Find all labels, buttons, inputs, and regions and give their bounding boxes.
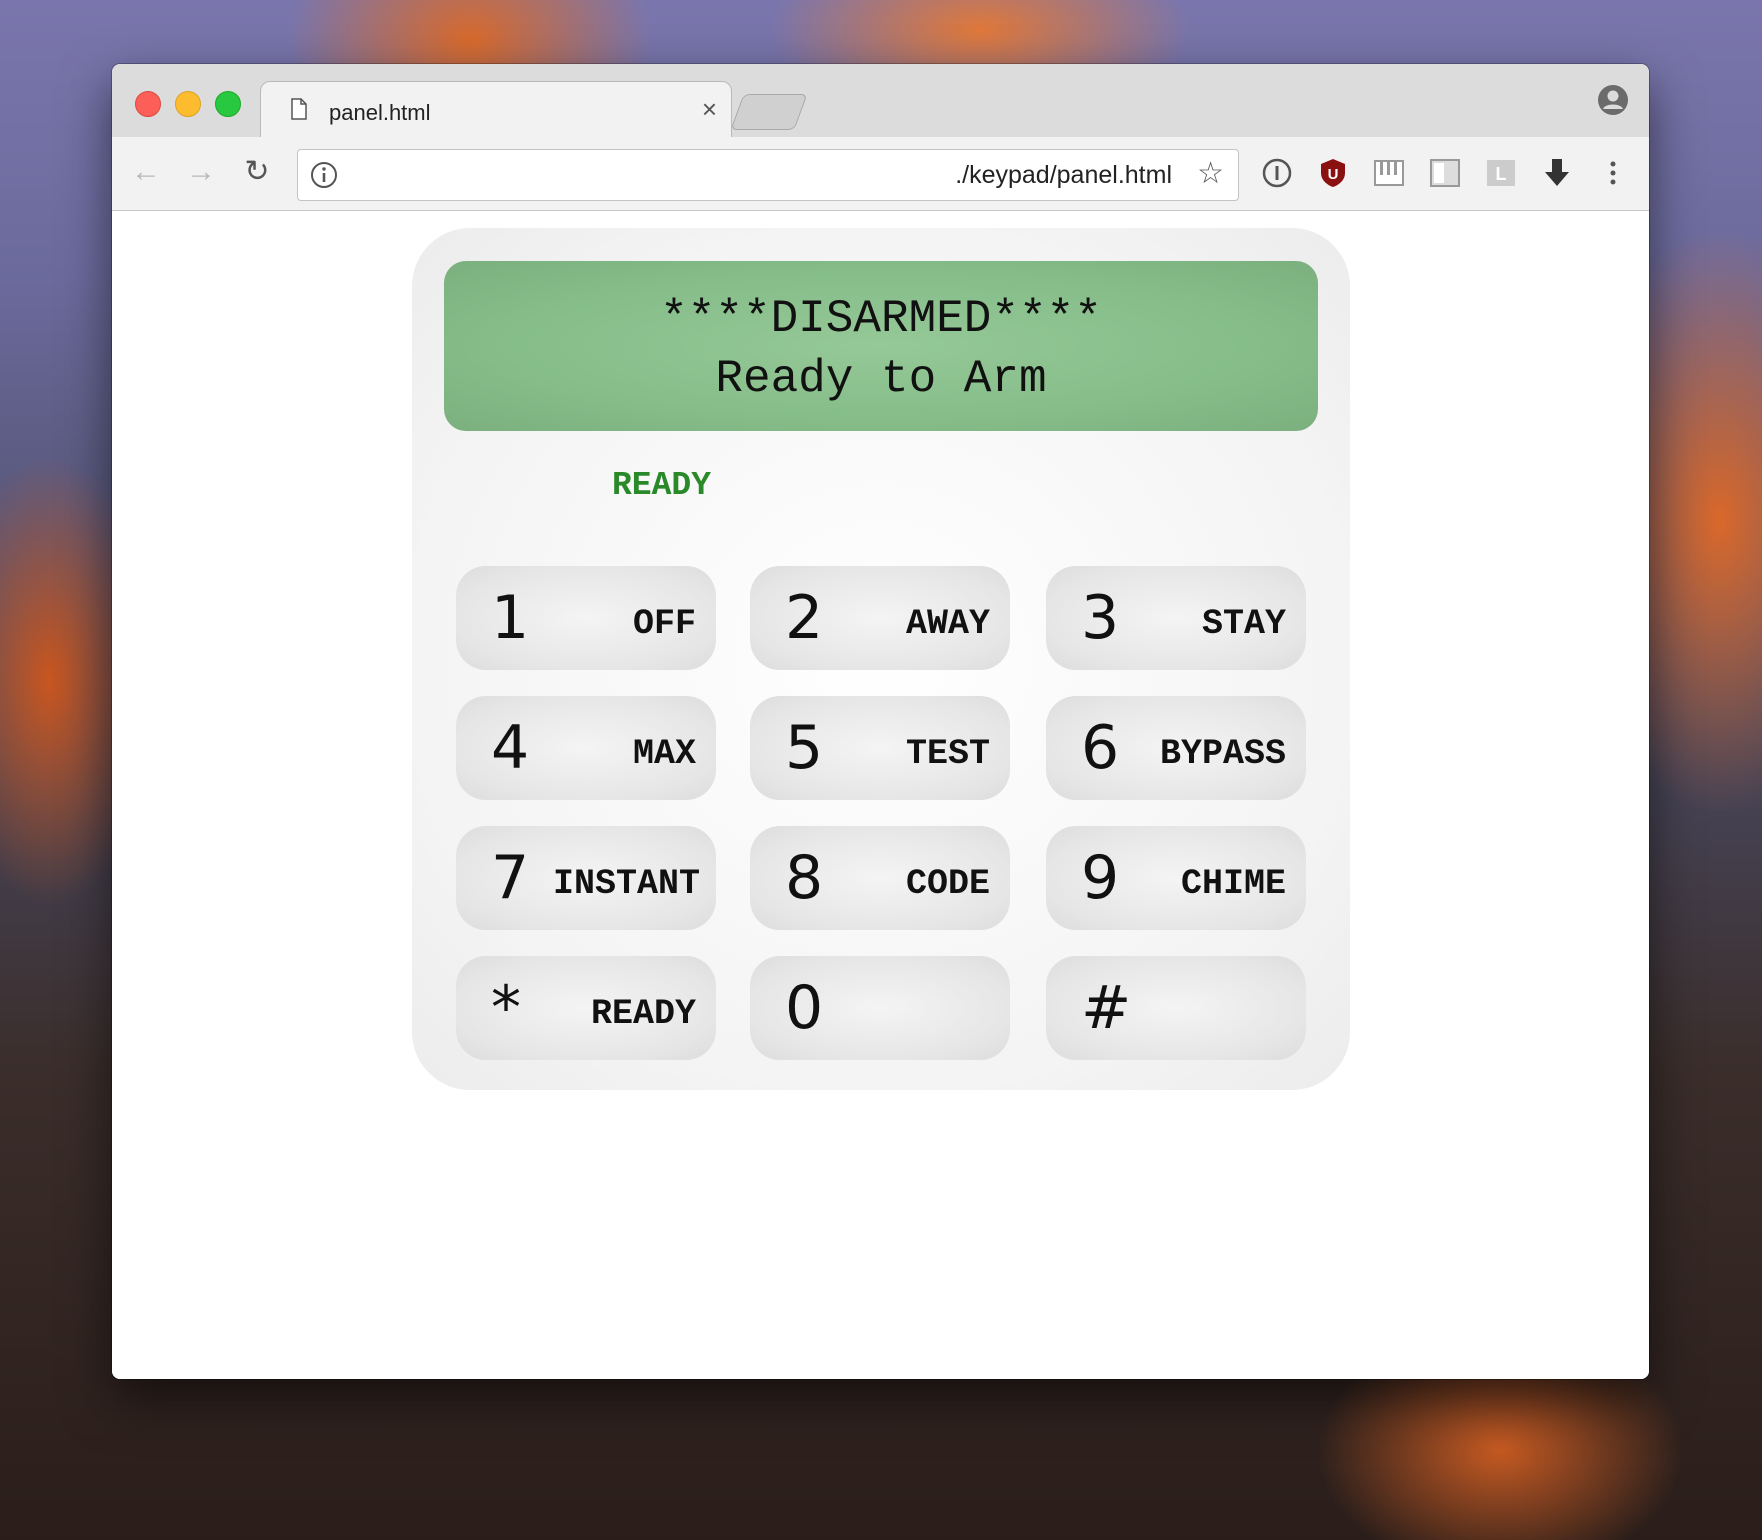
key-3-stay[interactable]: 3 STAY bbox=[1046, 566, 1306, 670]
key-number: 6 bbox=[1081, 713, 1120, 783]
ready-status: READY bbox=[612, 467, 712, 504]
key-function: MAX bbox=[632, 734, 696, 774]
piano-extension-icon[interactable] bbox=[1373, 157, 1405, 189]
svg-text:U: U bbox=[1328, 166, 1339, 183]
profile-icon[interactable] bbox=[1597, 84, 1629, 116]
key-number: 4 bbox=[491, 713, 530, 783]
title-bar: panel.html × bbox=[112, 64, 1649, 140]
lcd-line-1: ****DISARMED**** bbox=[660, 293, 1102, 345]
key-number: # bbox=[1081, 973, 1132, 1043]
close-window-button[interactable] bbox=[135, 91, 161, 117]
key-6-bypass[interactable]: 6 BYPASS bbox=[1046, 696, 1306, 800]
url-text[interactable]: ./keypad/panel.html bbox=[955, 161, 1172, 190]
menu-kebab-icon[interactable] bbox=[1597, 157, 1629, 189]
key-number: 9 bbox=[1081, 843, 1120, 913]
ublock-icon[interactable]: U bbox=[1317, 157, 1349, 189]
reload-icon[interactable]: ↻ bbox=[240, 155, 274, 189]
back-arrow-icon[interactable]: ← bbox=[129, 155, 163, 189]
key-number: 5 bbox=[785, 713, 824, 783]
tab-panel[interactable]: panel.html × bbox=[260, 81, 732, 140]
key-function: BYPASS bbox=[1159, 734, 1286, 774]
key-number: 8 bbox=[785, 843, 824, 913]
page-content: ****DISARMED**** Ready to Arm READY 1 OF… bbox=[112, 211, 1649, 1379]
key-function: STAY bbox=[1201, 604, 1286, 644]
download-icon[interactable] bbox=[1541, 157, 1573, 189]
zoom-window-button[interactable] bbox=[215, 91, 241, 117]
lcd-display: ****DISARMED**** Ready to Arm bbox=[444, 261, 1318, 431]
svg-text:L: L bbox=[1496, 164, 1507, 184]
key-number: 2 bbox=[785, 583, 824, 653]
bookmark-star-icon[interactable]: ☆ bbox=[1197, 158, 1224, 190]
forward-arrow-icon[interactable]: → bbox=[184, 155, 218, 189]
key-7-instant[interactable]: 7 INSTANT bbox=[456, 826, 716, 930]
browser-window: panel.html × ← → ↻ ./keypad/panel.html ☆ bbox=[112, 64, 1649, 1379]
toolbar: ← → ↻ ./keypad/panel.html ☆ U L bbox=[112, 137, 1649, 211]
tab-close-icon[interactable]: × bbox=[702, 94, 717, 124]
key-number: 3 bbox=[1081, 583, 1120, 653]
key-4-max[interactable]: 4 MAX bbox=[456, 696, 716, 800]
key-1-off[interactable]: 1 OFF bbox=[456, 566, 716, 670]
layout-extension-icon[interactable] bbox=[1429, 157, 1461, 189]
key-number: * bbox=[491, 973, 521, 1043]
lcd-line-2: Ready to Arm bbox=[715, 353, 1047, 405]
key-2-away[interactable]: 2 AWAY bbox=[750, 566, 1010, 670]
keypad-panel: ****DISARMED**** Ready to Arm READY 1 OF… bbox=[412, 228, 1350, 1090]
key-8-code[interactable]: 8 CODE bbox=[750, 826, 1010, 930]
key-function: OFF bbox=[632, 604, 696, 644]
minimize-window-button[interactable] bbox=[175, 91, 201, 117]
key-0[interactable]: 0 bbox=[750, 956, 1010, 1060]
key-9-chime[interactable]: 9 CHIME bbox=[1046, 826, 1306, 930]
new-tab-button[interactable] bbox=[730, 94, 808, 130]
password-manager-icon[interactable] bbox=[1261, 157, 1293, 189]
key-function: INSTANT bbox=[552, 864, 700, 904]
key-number: 1 bbox=[491, 583, 530, 653]
key-function: CODE bbox=[905, 864, 990, 904]
tab-title: panel.html bbox=[329, 100, 431, 125]
key-5-test[interactable]: 5 TEST bbox=[750, 696, 1010, 800]
key-number: 0 bbox=[785, 973, 824, 1043]
key-function: TEST bbox=[905, 734, 990, 774]
info-icon[interactable] bbox=[310, 161, 338, 189]
key-hash[interactable]: # bbox=[1046, 956, 1306, 1060]
document-icon bbox=[291, 98, 307, 120]
key-number: 7 bbox=[491, 843, 530, 913]
address-bar[interactable]: ./keypad/panel.html ☆ bbox=[297, 149, 1239, 201]
key-function: AWAY bbox=[905, 604, 990, 644]
key-function: CHIME bbox=[1180, 864, 1286, 904]
key-function: READY bbox=[590, 994, 696, 1034]
l-extension-icon[interactable]: L bbox=[1485, 157, 1517, 189]
key-star-ready[interactable]: * READY bbox=[456, 956, 716, 1060]
